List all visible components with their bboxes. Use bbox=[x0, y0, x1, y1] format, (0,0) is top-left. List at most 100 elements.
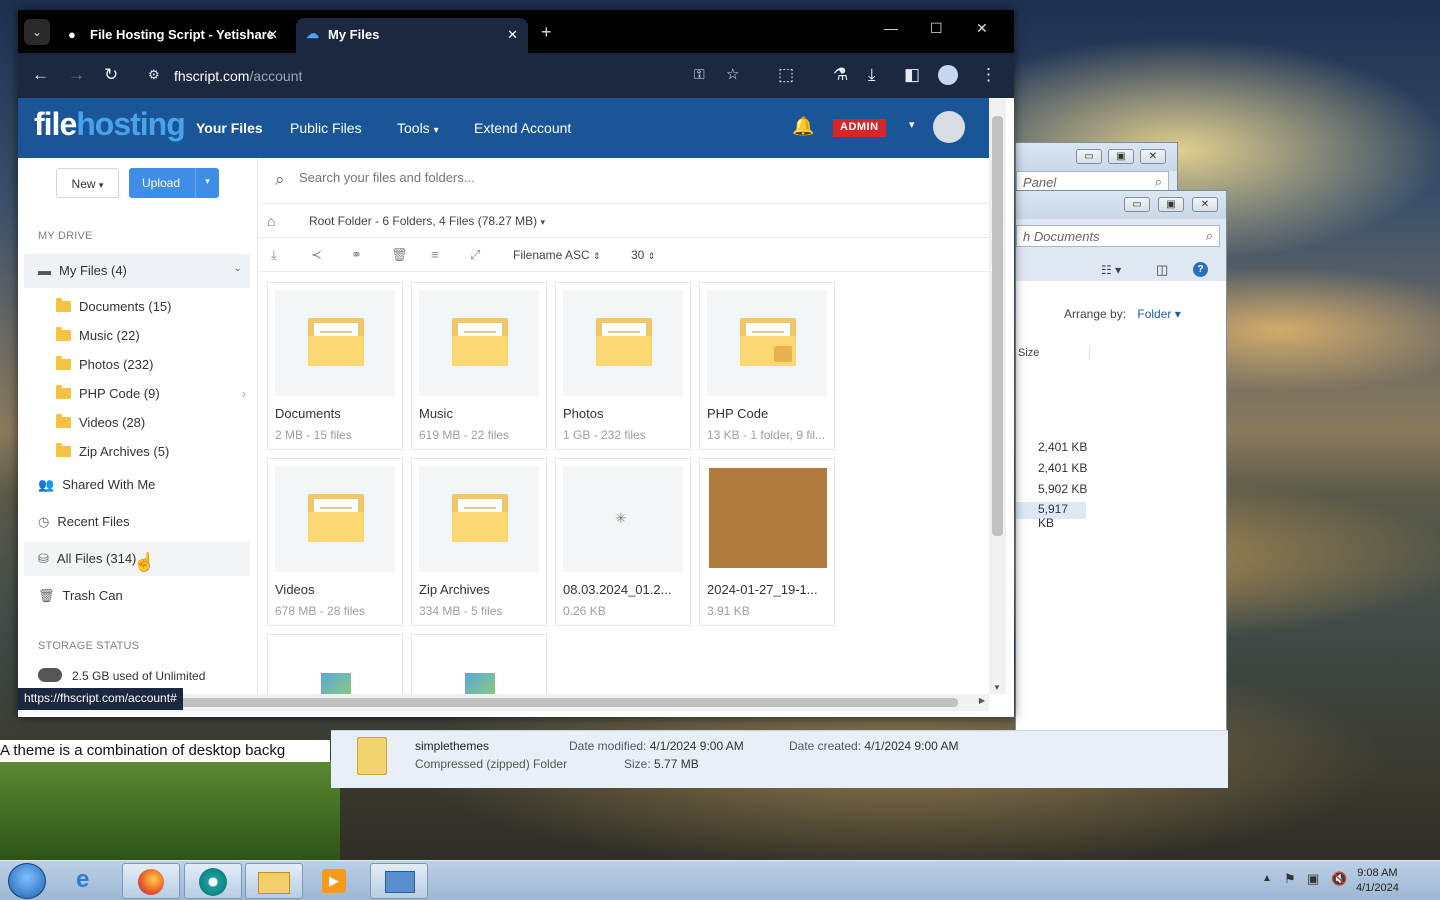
search-box[interactable]: h Documents ⌕ bbox=[1016, 225, 1220, 247]
tab-my-files[interactable]: ☁ My Files ✕ bbox=[296, 18, 528, 53]
sidebar-item-trash[interactable]: 🗑 Trash Can bbox=[24, 579, 250, 613]
sidebar-folder-photos[interactable]: Photos (232) bbox=[56, 356, 153, 372]
breadcrumb-root[interactable]: Root Folder - 6 Folders, 4 Files (78.27 … bbox=[309, 214, 545, 228]
folder-card-documents[interactable]: Documents 2 MB - 15 files bbox=[267, 282, 403, 450]
address-bar[interactable]: ⚙ fhscript.com/account ⚿ ☆ bbox=[138, 61, 758, 91]
file-card[interactable] bbox=[411, 634, 547, 695]
taskbar-chrome[interactable] bbox=[184, 863, 242, 899]
minimize-button[interactable]: ▭ bbox=[1076, 149, 1102, 164]
site-info-icon[interactable]: ⚙ bbox=[148, 67, 160, 83]
file-card-loading[interactable]: ✳ 08.03.2024_01.2... 0.26 KB bbox=[555, 458, 691, 626]
taskbar-control-panel[interactable] bbox=[370, 863, 428, 899]
taskbar-explorer[interactable] bbox=[245, 863, 303, 899]
nav-extend-account[interactable]: Extend Account bbox=[474, 120, 571, 136]
folder-icon bbox=[308, 494, 364, 542]
file-card[interactable] bbox=[267, 634, 403, 695]
close-tab-icon[interactable]: ✕ bbox=[267, 27, 278, 43]
maximize-button[interactable]: ▣ bbox=[1158, 197, 1184, 212]
home-icon[interactable]: ⌂ bbox=[267, 213, 275, 229]
system-clock[interactable]: 9:08 AM 4/1/2024 bbox=[1356, 866, 1399, 896]
folder-card-videos[interactable]: Videos 678 MB - 28 files bbox=[267, 458, 403, 626]
bell-icon[interactable]: 🔔 bbox=[792, 116, 814, 137]
nav-tools[interactable]: Tools ▾ bbox=[397, 120, 439, 136]
view-options-icon[interactable]: ☷ ▾ bbox=[1101, 263, 1121, 277]
folder-card-music[interactable]: Music 619 MB - 22 files bbox=[411, 282, 547, 450]
share-icon[interactable]: ≺ bbox=[311, 247, 322, 263]
sort-icon: ⇕ bbox=[647, 251, 656, 261]
new-tab-button[interactable]: + bbox=[541, 22, 552, 43]
fullscreen-icon[interactable]: ⤢ bbox=[470, 247, 480, 263]
close-tab-icon[interactable]: ✕ bbox=[507, 27, 518, 43]
show-hidden-icons[interactable]: ▲ bbox=[1262, 873, 1272, 884]
sidebar-item-recent[interactable]: ◷ Recent Files bbox=[24, 505, 250, 539]
taskbar-internet-explorer[interactable]: e bbox=[62, 863, 120, 899]
maximize-window-button[interactable]: ☐ bbox=[930, 20, 943, 37]
start-button[interactable] bbox=[8, 863, 46, 899]
folder-icon bbox=[56, 298, 71, 312]
maximize-button[interactable]: ▣ bbox=[1108, 149, 1134, 164]
labs-icon[interactable]: ⚗ bbox=[833, 65, 848, 85]
sidebar-folder-music[interactable]: Music (22) bbox=[56, 327, 140, 343]
search-input[interactable] bbox=[299, 170, 899, 185]
taskbar-media-player[interactable]: ▶ bbox=[306, 863, 364, 899]
column-size-header[interactable]: Size bbox=[1016, 347, 1090, 359]
network-icon[interactable]: ▣ bbox=[1307, 871, 1319, 887]
extensions-icon[interactable]: ⬚ bbox=[778, 65, 794, 85]
folder-card-zip-archives[interactable]: Zip Archives 334 MB - 5 files bbox=[411, 458, 547, 626]
avatar[interactable] bbox=[933, 111, 965, 143]
sidebar-folder-zip-archives[interactable]: Zip Archives (5) bbox=[56, 443, 169, 459]
per-page-select[interactable]: 30 ⇕ bbox=[631, 248, 655, 262]
sort-select[interactable]: Filename ASC ⇕ bbox=[513, 248, 601, 262]
scroll-thumb[interactable] bbox=[992, 116, 1003, 536]
admin-badge[interactable]: ADMIN bbox=[833, 119, 886, 137]
taskbar-firefox[interactable] bbox=[122, 863, 180, 899]
trash-icon[interactable]: 🗑 bbox=[391, 247, 408, 263]
profile-avatar[interactable] bbox=[938, 65, 958, 85]
sidebar-item-shared[interactable]: 👥 Shared With Me bbox=[24, 468, 250, 502]
upload-dropdown-icon[interactable]: ▾ bbox=[195, 168, 219, 198]
download-icon[interactable]: ⤓ bbox=[868, 65, 876, 85]
forward-icon[interactable]: → bbox=[68, 65, 85, 85]
sidebar-folder-videos[interactable]: Videos (28) bbox=[56, 414, 145, 430]
new-button[interactable]: New ▾ bbox=[56, 168, 119, 198]
folder-icon bbox=[56, 443, 71, 457]
chevron-down-icon[interactable]: ▾ bbox=[909, 118, 915, 131]
key-icon[interactable]: ⚿ bbox=[694, 66, 705, 83]
scroll-down-arrow[interactable]: ▼ bbox=[993, 683, 1001, 692]
minimize-window-button[interactable]: — bbox=[884, 20, 898, 36]
close-button[interactable]: ✕ bbox=[1192, 197, 1218, 212]
explorer-window-front: ▭ ▣ ✕ h Documents ⌕ ☷ ▾ ◫ ? Arrange by: F… bbox=[1015, 190, 1227, 785]
arrange-by-dropdown[interactable]: Folder ▾ bbox=[1137, 307, 1180, 321]
tab-yetishare[interactable]: ● File Hosting Script - Yetishare ✕ bbox=[58, 18, 288, 53]
reload-icon[interactable]: ↻ bbox=[104, 65, 118, 85]
close-window-button[interactable]: ✕ bbox=[976, 20, 988, 37]
back-icon[interactable]: ← bbox=[32, 65, 49, 85]
scroll-thumb[interactable] bbox=[178, 698, 958, 707]
folder-card-php-code[interactable]: PHP Code 13 KB - 1 folder, 9 fil... bbox=[699, 282, 835, 450]
folder-card-photos[interactable]: Photos 1 GB - 232 files bbox=[555, 282, 691, 450]
tab-search-button[interactable]: ⌄ bbox=[24, 19, 50, 45]
file-card-image[interactable]: 2024-01-27_19-1... 3.91 KB bbox=[699, 458, 835, 626]
minimize-button[interactable]: ▭ bbox=[1124, 197, 1150, 212]
upload-button[interactable]: Upload ▾ bbox=[129, 168, 219, 198]
help-icon[interactable]: ? bbox=[1193, 262, 1208, 277]
logo[interactable]: filehosting bbox=[34, 106, 186, 143]
browser-icon bbox=[199, 868, 227, 896]
download-icon[interactable]: ⤓ bbox=[271, 247, 277, 263]
action-center-flag-icon[interactable]: ⚑ bbox=[1284, 871, 1296, 887]
sidebar-item-my-files[interactable]: ▬ My Files (4) ⌄ bbox=[24, 254, 250, 288]
close-button[interactable]: ✕ bbox=[1140, 149, 1166, 164]
nav-public-files[interactable]: Public Files bbox=[290, 120, 362, 136]
nav-your-files[interactable]: Your Files bbox=[196, 120, 263, 136]
scroll-right-arrow[interactable]: ▶ bbox=[979, 696, 985, 705]
volume-muted-icon[interactable]: 🔇 bbox=[1331, 871, 1347, 887]
menu-icon[interactable]: ⋮ bbox=[980, 65, 997, 85]
sidebar-folder-documents[interactable]: Documents (15) bbox=[56, 298, 171, 314]
link-icon[interactable]: ⚭ bbox=[351, 247, 362, 263]
sidebar-folder-php-code[interactable]: PHP Code (9) › bbox=[56, 385, 246, 401]
preview-pane-icon[interactable]: ◫ bbox=[1156, 262, 1168, 278]
side-panel-icon[interactable]: ◧ bbox=[904, 65, 920, 85]
bookmark-star-icon[interactable]: ☆ bbox=[726, 65, 739, 83]
list-view-icon[interactable]: ≡ bbox=[431, 247, 439, 262]
vertical-scrollbar[interactable]: ▼ bbox=[989, 98, 1006, 694]
